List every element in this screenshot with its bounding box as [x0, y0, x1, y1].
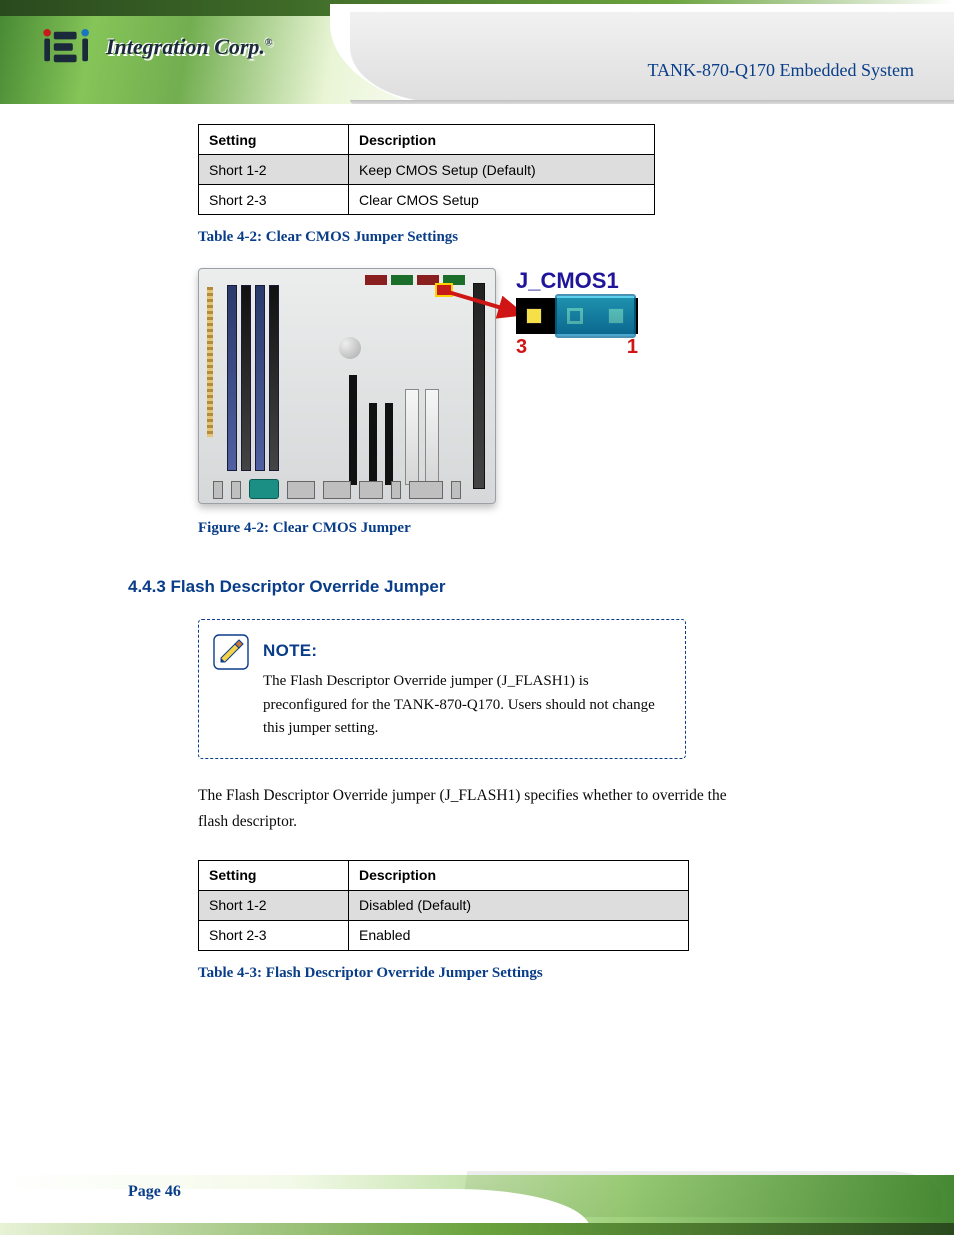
jumper-shunt-icon: [555, 294, 636, 338]
connector-icon: [365, 275, 387, 285]
table1-caption: Table 4-2: Clear CMOS Jumper Settings: [198, 229, 954, 246]
port-icon: [213, 481, 223, 499]
page-header: Integration Corp.® TANK-870-Q170 Embedde…: [0, 0, 954, 118]
note-callout: NOTE: The Flash Descriptor Override jump…: [198, 619, 686, 759]
flash-override-jumper-table: Setting Description Short 1-2 Disabled (…: [198, 860, 689, 951]
jumper-label: J_CMOS1: [516, 268, 638, 294]
port-icon: [409, 481, 443, 499]
header-curve-grey: [350, 12, 954, 102]
clear-cmos-figure: J_CMOS1 3 1 Figure 4-2: Clear CMOS Jumpe…: [198, 268, 678, 537]
brand-name: Integration Corp.®: [106, 34, 272, 60]
table-header-row: Setting Description: [199, 860, 689, 890]
clear-cmos-jumper-table: Setting Description Short 1-2 Keep CMOS …: [198, 124, 655, 215]
jumper-callout: J_CMOS1 3 1: [516, 268, 638, 359]
table-row: Short 2-3 Enabled: [199, 920, 689, 950]
jumper-pin-numbers: 3 1: [516, 336, 638, 359]
col-setting: Setting: [199, 125, 349, 155]
pci-slot: [405, 389, 419, 485]
pcie-slot: [349, 375, 357, 485]
port-icon: [323, 481, 351, 499]
iei-logo-icon: [40, 28, 98, 66]
table-header-row: Setting Description: [199, 125, 655, 155]
cell-setting: Short 1-2: [199, 155, 349, 185]
port-icon: [359, 481, 383, 499]
note-title: NOTE:: [263, 638, 665, 664]
table2-caption: Table 4-3: Flash Descriptor Override Jum…: [198, 965, 954, 982]
page-content: Setting Description Short 1-2 Keep CMOS …: [0, 118, 954, 982]
footer-dark-stripe: [0, 1223, 954, 1235]
dimm-slot: [269, 285, 279, 471]
cell-desc: Clear CMOS Setup: [349, 185, 655, 215]
product-name: TANK-870-Q170 Embedded System: [647, 60, 914, 81]
dimm-slot: [255, 285, 265, 471]
cell-desc: Enabled: [349, 920, 689, 950]
brand-logo-block: Integration Corp.®: [40, 28, 272, 66]
header-bottom-stripe: [0, 104, 954, 118]
brand-name-text: Integration Corp.: [106, 34, 265, 59]
jumper-diagram: [516, 298, 638, 334]
cell-setting: Short 1-2: [199, 890, 349, 920]
body-paragraph: The Flash Descriptor Override jumper (J_…: [198, 783, 758, 836]
pin-number-right: 1: [627, 336, 638, 359]
cell-desc: Keep CMOS Setup (Default): [349, 155, 655, 185]
cell-setting: Short 2-3: [199, 920, 349, 950]
rear-io-ports: [213, 473, 481, 499]
section-heading: 4.4.3 Flash Descriptor Override Jumper: [128, 577, 954, 597]
jumper-pin-3: [516, 298, 557, 334]
pin-number-left: 3: [516, 336, 527, 359]
cell-desc: Disabled (Default): [349, 890, 689, 920]
brand-reg: ®: [265, 38, 272, 49]
dimm-slot: [241, 285, 251, 471]
table-row: Short 2-3 Clear CMOS Setup: [199, 185, 655, 215]
note-pencil-icon: [213, 634, 249, 670]
note-body: The Flash Descriptor Override jumper (J_…: [263, 670, 665, 740]
col-description: Description: [349, 860, 689, 890]
page-footer: Page 46: [0, 1147, 954, 1235]
pin-square-icon: [526, 308, 542, 324]
port-icon: [231, 481, 241, 499]
connector-icon: [391, 275, 413, 285]
col-description: Description: [349, 125, 655, 155]
dimm-slot: [227, 285, 237, 471]
port-icon: [391, 481, 401, 499]
table-row: Short 1-2 Disabled (Default): [199, 890, 689, 920]
gold-pin-bank: [207, 287, 213, 437]
page-number: Page 46: [128, 1183, 181, 1201]
port-icon: [287, 481, 315, 499]
pci-slot: [425, 389, 439, 485]
table-row: Short 1-2 Keep CMOS Setup (Default): [199, 155, 655, 185]
coin-battery-icon: [339, 337, 361, 359]
serial-port-icon: [249, 479, 279, 499]
cell-setting: Short 2-3: [199, 185, 349, 215]
figure-caption: Figure 4-2: Clear CMOS Jumper: [198, 520, 678, 537]
col-setting: Setting: [199, 860, 349, 890]
port-icon: [451, 481, 461, 499]
